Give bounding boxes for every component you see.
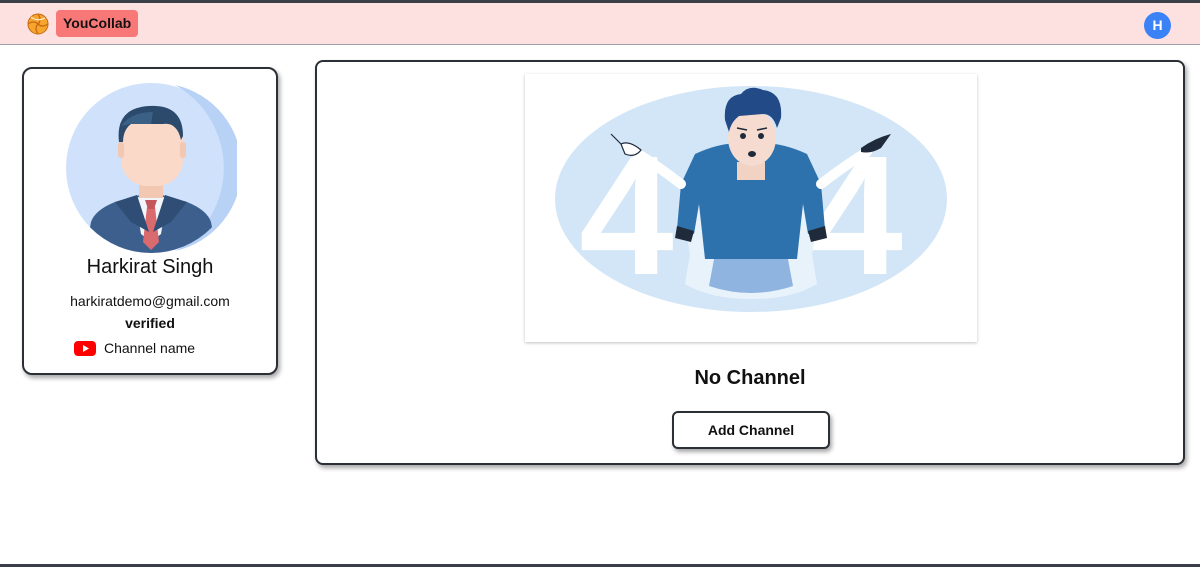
channel-panel: 404 No Channel Add Channel: [315, 60, 1185, 465]
user-avatar-button[interactable]: H: [1144, 12, 1171, 39]
verified-status: verified: [125, 315, 175, 331]
channel-link[interactable]: Channel name: [74, 339, 195, 357]
brand-name[interactable]: YouCollab: [56, 10, 139, 37]
add-channel-button[interactable]: Add Channel: [672, 411, 830, 449]
youtube-icon: [74, 340, 96, 356]
navbar: YouCollab H: [0, 3, 1200, 45]
not-found-404-illustration: 404: [525, 74, 977, 342]
profile-card: Harkirat Singh harkiratdemo@gmail.com ve…: [22, 67, 278, 375]
no-channel-message: No Channel: [694, 367, 806, 389]
profile-avatar: [66, 83, 237, 253]
channel-name-label: Channel name: [104, 340, 196, 356]
logo-icon[interactable]: [27, 13, 49, 35]
profile-name: Harkirat Singh: [86, 256, 214, 278]
profile-email: harkiratdemo@gmail.com: [70, 293, 230, 309]
